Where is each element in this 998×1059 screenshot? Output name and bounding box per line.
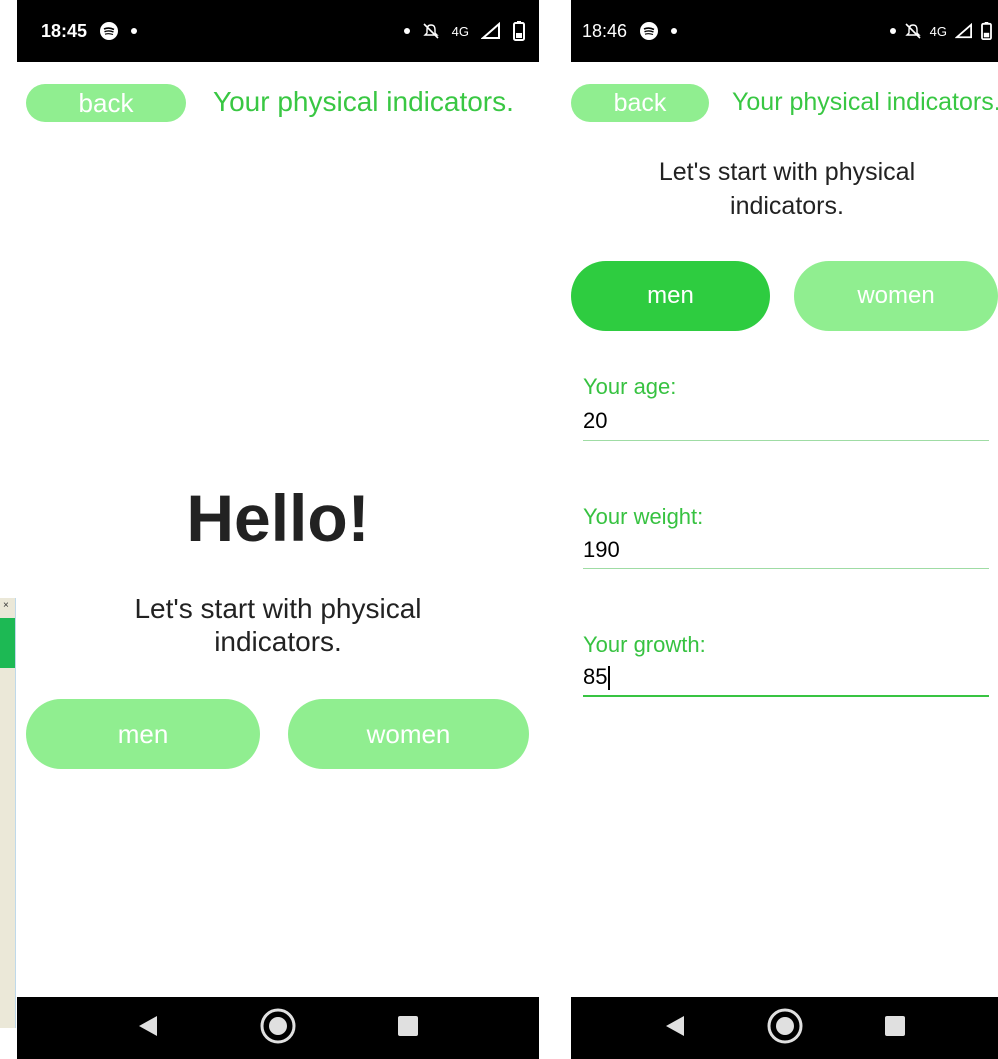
notification-dot: [671, 28, 678, 34]
nav-back-icon[interactable]: [137, 1014, 159, 1043]
mute-icon: [904, 22, 922, 40]
men-button-label: men: [117, 718, 169, 749]
age-label: Your age:: [583, 374, 677, 399]
back-button-label: back: [78, 87, 134, 118]
signal-icon: [481, 22, 501, 40]
window-header-band: [0, 618, 15, 668]
nav-recents-icon[interactable]: [397, 1015, 419, 1042]
notification-dot: [403, 28, 410, 34]
page-title: Your physical indicators.: [213, 86, 514, 117]
weight-input-underline: [583, 568, 989, 569]
notification-dot: [131, 28, 138, 34]
navigation-bar: [571, 997, 998, 1059]
signal-icon: [955, 23, 973, 39]
background-window-fragment: ×: [0, 598, 16, 1028]
women-button-label: women: [366, 718, 451, 749]
nav-home-icon[interactable]: [259, 1007, 297, 1050]
nav-back-icon[interactable]: [664, 1014, 686, 1043]
mute-icon: [422, 22, 440, 40]
age-input[interactable]: 20: [583, 408, 607, 434]
back-button[interactable]: back: [571, 84, 709, 122]
nav-recents-icon[interactable]: [884, 1015, 906, 1042]
age-input-underline: [583, 440, 989, 441]
battery-icon: [513, 21, 525, 41]
page-title: Your physical indicators.: [732, 88, 998, 116]
right-phone-screen: 18:46 4G back Your physical indicators. …: [571, 0, 998, 1059]
growth-input-value: 85: [583, 664, 608, 689]
left-phone-screen: 18:45 4G back Your physical indicators. …: [17, 0, 539, 1059]
women-button[interactable]: women: [288, 699, 529, 769]
back-button-label: back: [613, 88, 667, 117]
spotify-icon: [639, 21, 659, 41]
subtitle-line-2: indicators.: [730, 192, 844, 220]
notification-dot: [889, 28, 896, 34]
weight-input[interactable]: 190: [583, 537, 620, 563]
status-bar: 18:46 4G: [571, 0, 998, 62]
men-button[interactable]: men: [571, 261, 770, 331]
status-time: 18:46: [582, 20, 628, 41]
navigation-bar: [17, 997, 539, 1059]
close-icon[interactable]: ×: [3, 600, 9, 611]
subtitle: Let's start with physical indicators.: [17, 592, 539, 658]
greeting-heading: Hello!: [186, 481, 370, 555]
status-time: 18:45: [41, 20, 88, 41]
men-button[interactable]: men: [26, 699, 260, 769]
growth-label: Your growth:: [583, 632, 706, 657]
women-button[interactable]: women: [794, 261, 998, 331]
weight-label: Your weight:: [583, 504, 704, 529]
status-bar: 18:45 4G: [17, 0, 539, 62]
battery-icon: [981, 22, 992, 40]
growth-input-underline: [583, 695, 989, 697]
subtitle-line-1: Let's start with physical: [658, 158, 916, 186]
subtitle-line-2: indicators.: [214, 626, 342, 657]
women-button-label: women: [857, 282, 935, 309]
network-label: 4G: [929, 23, 947, 39]
back-button[interactable]: back: [26, 84, 186, 122]
subtitle-line-1: Let's start with physical: [134, 593, 422, 624]
network-label: 4G: [451, 23, 469, 39]
spotify-icon: [99, 21, 119, 41]
subtitle: Let's start with physical indicators.: [571, 155, 998, 223]
men-button-label: men: [647, 282, 694, 309]
growth-input[interactable]: 85: [583, 664, 611, 691]
text-cursor: [608, 666, 611, 691]
nav-home-icon[interactable]: [766, 1007, 804, 1050]
